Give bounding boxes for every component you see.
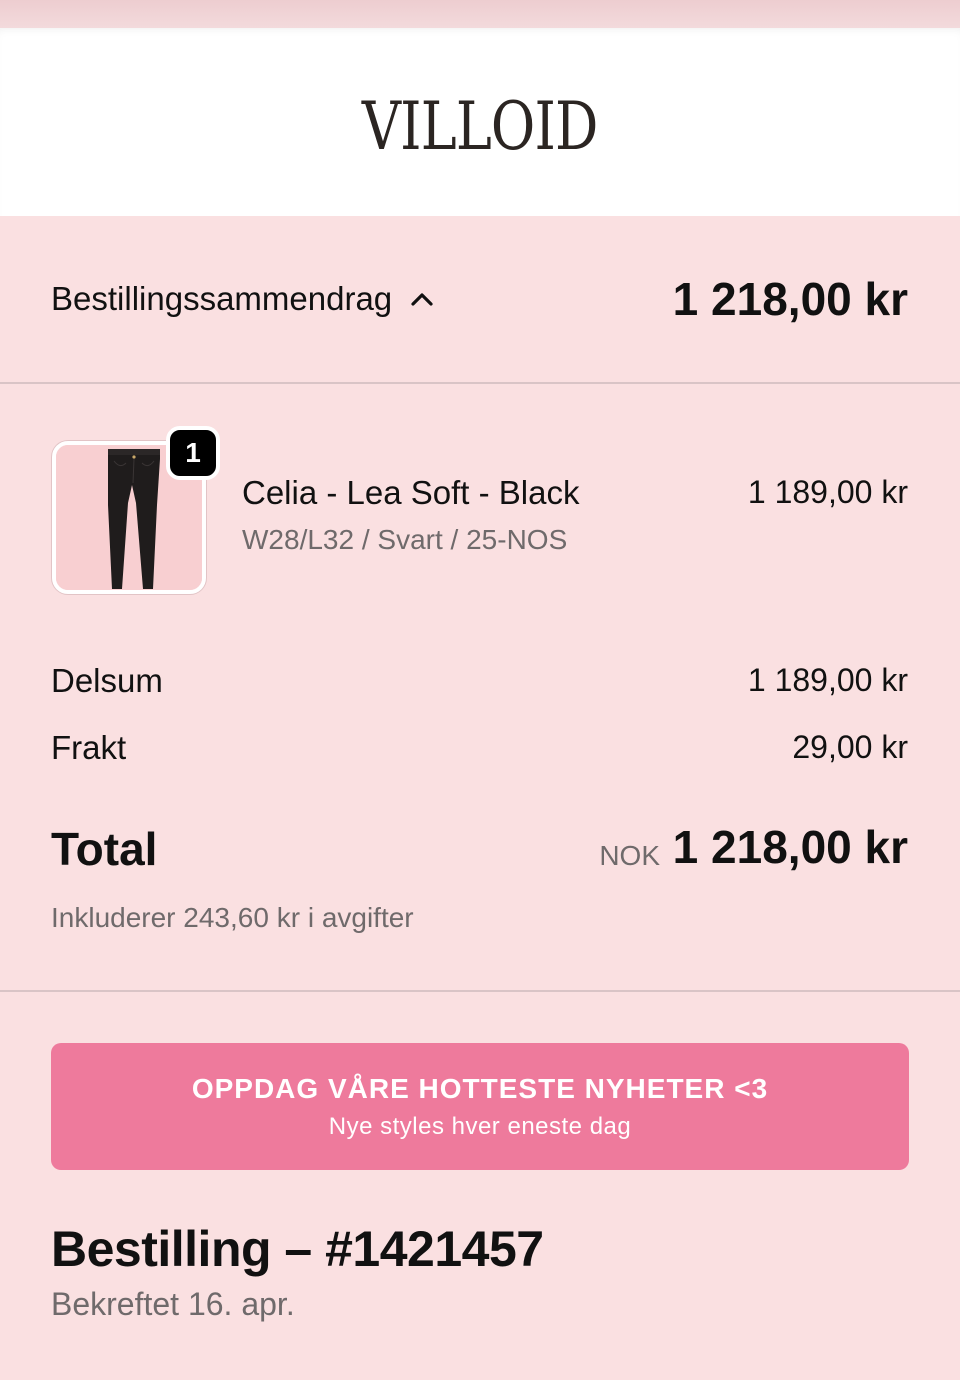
- promo-subtitle: Nye styles hver eneste dag: [328, 1112, 632, 1140]
- subtotal-value: 1 189,00 kr: [747, 662, 908, 698]
- total-label: Total: [51, 823, 158, 875]
- chevron-up-icon: [410, 291, 434, 307]
- villoid-logo[interactable]: VILLOID: [362, 88, 599, 165]
- order-status-date: Bekreftet 16. apr.: [51, 1286, 295, 1322]
- product-price: 1 189,00 kr: [747, 474, 908, 510]
- order-summary-toggle[interactable]: Bestillingssammendrag: [51, 280, 434, 318]
- site-header: VILLOID: [0, 28, 960, 216]
- shipping-label: Frakt: [51, 729, 127, 766]
- order-number-title: Bestilling – #1421457: [51, 1221, 544, 1277]
- tax-note: Inkluderer 243,60 kr i avgifter: [51, 902, 414, 933]
- promo-title: OPPDAG VÅRE HOTTESTE NYHETER <3: [191, 1072, 769, 1104]
- top-status-strip: [0, 0, 960, 28]
- product-name: Celia - Lea Soft - Black: [242, 474, 580, 511]
- subtotal-label: Delsum: [51, 662, 163, 699]
- product-variant: W28/L32 / Svart / 25-NOS: [242, 524, 568, 555]
- currency-code: NOK: [599, 840, 660, 871]
- summary-total-price: 1 218,00 kr: [672, 273, 908, 325]
- total-value: 1 218,00 kr: [672, 821, 908, 873]
- order-summary-label: Bestillingssammendrag: [51, 280, 393, 317]
- quantity-badge: 1: [166, 426, 220, 480]
- section-divider: [0, 990, 960, 992]
- promo-banner-button[interactable]: OPPDAG VÅRE HOTTESTE NYHETER <3 Nye styl…: [51, 1043, 909, 1170]
- shipping-value: 29,00 kr: [792, 729, 908, 765]
